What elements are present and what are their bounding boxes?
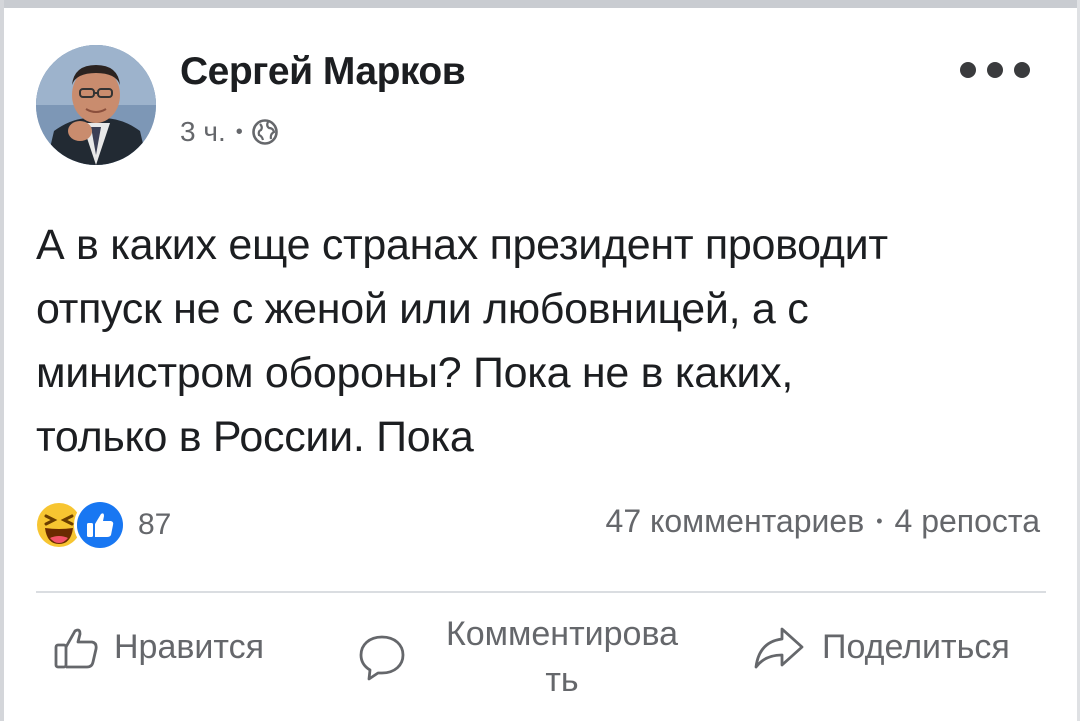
post-text-line: А в каких еще странах президент проводит xyxy=(36,221,888,269)
more-options-icon[interactable] xyxy=(960,52,1030,88)
actions-divider xyxy=(36,591,1046,593)
author-avatar[interactable] xyxy=(36,45,156,165)
post-meta: 3 ч. • xyxy=(180,114,279,150)
top-divider-strip xyxy=(0,0,1080,8)
like-label: Нравится xyxy=(114,627,265,666)
comment-label: Комментирова ть xyxy=(422,611,702,703)
share-button[interactable]: Поделиться xyxy=(752,612,1010,682)
comments-count[interactable]: 47 комментариев xyxy=(606,503,865,540)
reaction-count: 87 xyxy=(138,508,172,541)
comment-bubble-icon xyxy=(359,635,405,681)
comment-label-line: Комментирова xyxy=(445,615,679,653)
shares-count[interactable]: 4 репоста xyxy=(895,503,1041,540)
share-label: Поделиться xyxy=(822,627,1010,666)
meta-separator: • xyxy=(235,120,243,143)
stats-separator: • xyxy=(876,511,883,531)
post-time[interactable]: 3 ч. xyxy=(180,116,226,148)
comment-label-line: ть xyxy=(545,661,579,699)
like-react-icon xyxy=(74,499,126,551)
author-name[interactable]: Сергей Марков xyxy=(180,50,466,94)
left-edge xyxy=(0,0,4,721)
post-text-line: только в России. Пока xyxy=(36,413,474,461)
engagement-stats: 47 комментариев • 4 репоста xyxy=(606,503,1040,540)
globe-icon[interactable] xyxy=(251,118,279,146)
reactions-summary[interactable]: 87 xyxy=(36,499,172,551)
share-arrow-icon xyxy=(754,627,804,669)
post-text-line: отпуск не с женой или любовницей, а с xyxy=(36,285,809,333)
post-text-line: министром обороны? Пока не в каких, xyxy=(36,349,793,397)
like-button[interactable]: Нравится xyxy=(52,612,264,682)
post-text: А в каких еще странах президент проводит… xyxy=(36,213,1046,469)
comment-button[interactable]: Комментирова ть xyxy=(356,612,702,702)
thumbs-up-icon xyxy=(54,628,98,669)
